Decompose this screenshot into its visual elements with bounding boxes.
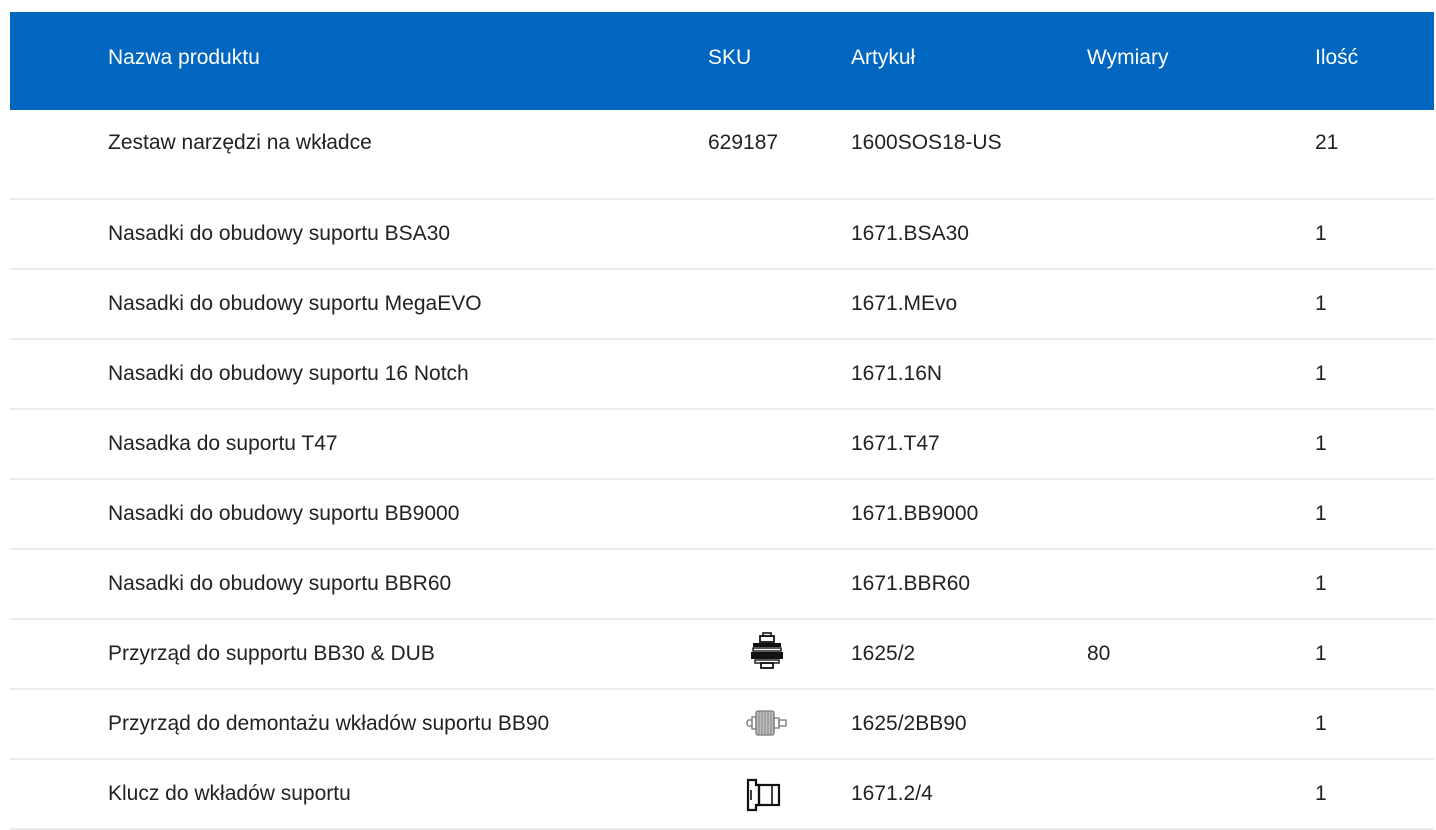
product-article: 1671.BBR60 — [851, 572, 971, 595]
product-name: Przyrząd do demontażu wkładów suportu BB… — [108, 712, 550, 735]
product-quantity: 1 — [1315, 292, 1327, 315]
product-name: Nasadki do obudowy suportu BSA30 — [108, 222, 451, 245]
table-row: Nasadki do obudowy suportu BBR60 1671.BB… — [10, 550, 1434, 620]
table-row: Nasadka do suportu T47 1671.T47 1 — [10, 410, 1434, 480]
product-quantity: 1 — [1315, 782, 1327, 805]
product-name: Klucz do wkładów suportu — [108, 782, 351, 805]
table-row: Nasadki do obudowy suportu BSA30 1671.BS… — [10, 200, 1434, 270]
product-article: 1671.T47 — [851, 432, 940, 455]
product-name: Zestaw narzędzi na wkładce — [108, 131, 372, 154]
product-quantity: 1 — [1315, 572, 1327, 595]
product-dimensions: 80 — [1087, 642, 1111, 665]
product-name: Nasadki do obudowy suportu BB9000 — [108, 502, 460, 525]
product-name: Nasadki do obudowy suportu 16 Notch — [108, 362, 469, 385]
product-article: 1671.MEvo — [851, 292, 958, 315]
product-name: Przyrząd do supportu BB30 & DUB — [108, 642, 435, 665]
table-row: Przyrząd do demontażu wkładów suportu BB… — [10, 690, 1434, 760]
header-dimensions: Wymiary — [1087, 46, 1169, 69]
table-row: Nasadki do obudowy suportu 16 Notch 1671… — [10, 340, 1434, 410]
table-row: Zestaw narzędzi na wkładce 629187 1600SO… — [10, 110, 1434, 200]
product-article: 1600SOS18-US — [851, 131, 1002, 154]
header-article: Artykuł — [851, 46, 916, 69]
product-name: Nasadki do obudowy suportu MegaEVO — [108, 292, 482, 315]
parts-table: Nazwa produktu SKU Artykuł Wymiary Ilość… — [10, 12, 1434, 830]
remover-tool-icon — [743, 700, 791, 746]
header-quantity: Ilość — [1315, 46, 1359, 69]
product-name: Nasadka do suportu T47 — [108, 432, 338, 455]
product-article: 1671.2/4 — [851, 782, 933, 805]
product-name: Nasadki do obudowy suportu BBR60 — [108, 572, 452, 595]
product-quantity: 1 — [1315, 222, 1327, 245]
table-row: Nasadki do obudowy suportu BB9000 1671.B… — [10, 480, 1434, 550]
product-quantity: 1 — [1315, 432, 1327, 455]
product-article: 1625/2BB90 — [851, 712, 967, 735]
cartridge-key-icon — [743, 770, 791, 816]
product-quantity: 1 — [1315, 642, 1327, 665]
product-quantity: 1 — [1315, 502, 1327, 525]
product-article: 1625/2 — [851, 642, 916, 665]
header-sku: SKU — [708, 46, 752, 69]
product-quantity: 1 — [1315, 712, 1327, 735]
table-row: Klucz do wkładów suportu 1671.2/4 1 — [10, 760, 1434, 830]
header-product-name: Nazwa produktu — [108, 46, 260, 69]
product-article: 1671.BSA30 — [851, 222, 969, 245]
table-row: Przyrząd do supportu BB30 & DUB 1625/2 8… — [10, 620, 1434, 690]
table-header: Nazwa produktu SKU Artykuł Wymiary Ilość — [10, 12, 1434, 110]
product-quantity: 1 — [1315, 362, 1327, 385]
product-sku: 629187 — [708, 131, 779, 154]
press-tool-icon — [743, 630, 791, 676]
product-article: 1671.16N — [851, 362, 943, 385]
product-article: 1671.BB9000 — [851, 502, 979, 525]
product-quantity: 21 — [1315, 131, 1339, 154]
table-row: Nasadki do obudowy suportu MegaEVO 1671.… — [10, 270, 1434, 340]
